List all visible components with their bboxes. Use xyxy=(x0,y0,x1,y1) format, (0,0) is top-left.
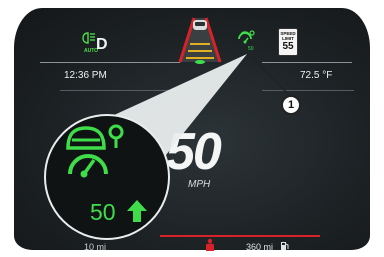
fuel-range-bar xyxy=(160,235,320,237)
callout-set-speed: 50 xyxy=(90,199,116,225)
seatbelt-warning-icon xyxy=(206,238,214,251)
adaptive-cruise-icon xyxy=(66,124,124,178)
speed-up-arrow-icon xyxy=(127,200,147,222)
fuel-pump-icon xyxy=(281,242,289,250)
instrument-cluster-figure: AUTO D 12:36 PM 72.5 °F 50 SPEED LIMIT 5… xyxy=(0,0,384,257)
callout-number-badge: 1 xyxy=(281,95,301,115)
fuel-range: 360 mi xyxy=(246,242,274,252)
callout-leader-lines xyxy=(112,54,291,155)
odometer: 10 mi xyxy=(84,242,107,252)
